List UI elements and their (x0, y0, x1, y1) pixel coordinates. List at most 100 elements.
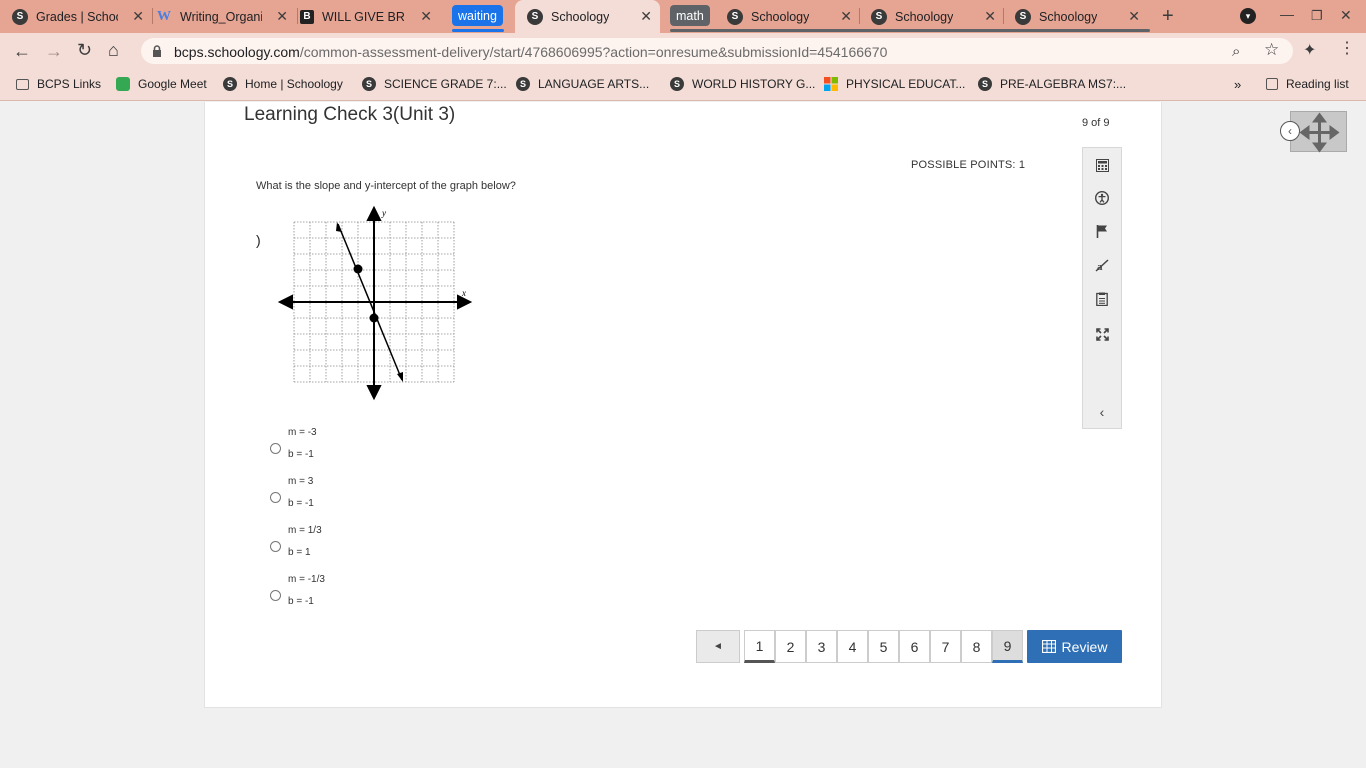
google-meet-icon (116, 77, 130, 91)
bookmark-pre-algebra[interactable]: S PRE-ALGEBRA MS7:... (978, 77, 1126, 91)
tab-group-waiting[interactable]: waiting (452, 5, 503, 26)
window-close-icon[interactable]: ✕ (1340, 7, 1352, 24)
page-button-3[interactable]: 3 (806, 630, 837, 663)
bookmark-google-meet[interactable]: Google Meet (116, 77, 207, 91)
back-arrow-icon[interactable]: ← (13, 42, 31, 60)
page-button-9-current[interactable]: 9 (992, 630, 1023, 663)
option-slope: m = 3 (288, 476, 314, 487)
schoology-icon: S (978, 77, 992, 91)
bookmark-label: LANGUAGE ARTS... (538, 77, 650, 91)
tab-separator (1003, 8, 1004, 24)
bookmark-physical-education[interactable]: PHYSICAL EDUCAT... (824, 77, 965, 91)
page-number: 5 (879, 638, 888, 655)
bookmark-world-history[interactable]: S WORLD HISTORY G... (670, 77, 815, 91)
option-slope: m = -3 (288, 427, 317, 438)
bookmark-label: WORLD HISTORY G... (692, 77, 816, 91)
tab-group-label: waiting (458, 8, 497, 23)
tab-title: Schoology (751, 9, 810, 24)
tab-grades[interactable]: S Grades | Schoo ✕ (12, 0, 152, 33)
page-number: 9 (1003, 637, 1012, 654)
bookmark-science[interactable]: S SCIENCE GRADE 7:... (362, 77, 507, 91)
forward-arrow-icon[interactable]: → (45, 42, 63, 60)
accessibility-icon[interactable] (1083, 187, 1121, 209)
schoology-icon: S (527, 8, 543, 25)
bookmark-language-arts[interactable]: S LANGUAGE ARTS... (516, 77, 649, 91)
page-button-5[interactable]: 5 (868, 630, 899, 663)
back-circle-icon[interactable]: ‹ (1280, 121, 1300, 141)
page-number: 8 (972, 638, 981, 655)
schoology-icon: S (516, 77, 530, 91)
collapse-chevron-left-icon[interactable]: ‹ (1083, 401, 1121, 423)
schoology-icon: S (362, 77, 376, 91)
close-icon[interactable]: ✕ (132, 9, 144, 23)
extensions-puzzle-icon[interactable]: ✦ (1303, 42, 1316, 60)
bookmark-label: PRE-ALGEBRA MS7:... (1000, 77, 1127, 91)
bookmark-home-schoology[interactable]: S Home | Schoology (223, 77, 343, 91)
bookmark-bcps-links[interactable]: BCPS Links (16, 77, 101, 91)
tab-title: Schoology (1039, 9, 1098, 24)
tab-schoology[interactable]: S Schoology ✕ (727, 0, 860, 33)
close-icon[interactable]: ✕ (640, 9, 652, 23)
close-icon[interactable]: ✕ (276, 9, 288, 23)
radio-button[interactable] (270, 590, 281, 601)
page-button-1[interactable]: 1 (744, 630, 775, 663)
tab-group-underline (452, 29, 504, 32)
tab-group-math[interactable]: math (670, 5, 710, 26)
page-button-6[interactable]: 6 (899, 630, 930, 663)
page-button-4[interactable]: 4 (837, 630, 868, 663)
radio-button[interactable] (270, 492, 281, 503)
tab-separator (297, 8, 298, 24)
answer-option-2[interactable]: m = 3 b = -1 (270, 476, 570, 524)
lock-icon[interactable] (152, 44, 162, 57)
bookmark-label: Home | Schoology (245, 77, 343, 91)
radio-button[interactable] (270, 443, 281, 454)
url-path: /common-assessment-delivery/start/476860… (299, 44, 888, 60)
restore-icon[interactable]: ❐ (1311, 8, 1323, 24)
radio-button[interactable] (270, 541, 281, 552)
answer-option-1[interactable]: m = -3 b = -1 (270, 427, 570, 475)
tab-brainly[interactable]: B WILL GIVE BRA ✕ (300, 0, 440, 33)
page-number: 3 (817, 638, 826, 655)
tab-schoology-active[interactable]: S Schoology ✕ (515, 0, 660, 33)
tools-sidebar: a ‹ (1082, 147, 1122, 429)
review-button[interactable]: Review (1027, 630, 1122, 663)
page-button-8[interactable]: 8 (961, 630, 992, 663)
tab-search-chevron-icon[interactable]: ▾ (1240, 8, 1256, 24)
menu-kebab-icon[interactable]: ⋮ (1339, 40, 1355, 58)
flag-icon[interactable] (1083, 220, 1121, 242)
previous-page-button[interactable]: ◄ (696, 630, 740, 663)
close-icon[interactable]: ✕ (984, 9, 996, 23)
close-icon[interactable]: ✕ (1128, 9, 1140, 23)
reload-icon[interactable]: ↻ (77, 41, 92, 59)
new-tab-plus-icon[interactable]: + (1162, 5, 1174, 28)
tab-writing[interactable]: W Writing_Organi ✕ (156, 0, 296, 33)
answer-option-4[interactable]: m = -1/3 b = -1 (270, 574, 570, 622)
answer-option-3[interactable]: m = 1/3 b = 1 (270, 525, 570, 573)
page-button-7[interactable]: 7 (930, 630, 961, 663)
eliminate-choice-icon[interactable]: a (1083, 254, 1121, 276)
previous-arrow-icon: ◄ (713, 641, 723, 652)
tab-schoology[interactable]: S Schoology ✕ (871, 0, 1004, 33)
close-icon[interactable]: ✕ (840, 9, 852, 23)
page-number: 4 (848, 638, 857, 655)
page-button-2[interactable]: 2 (775, 630, 806, 663)
notepad-icon[interactable] (1083, 288, 1121, 310)
minimize-icon[interactable]: — (1280, 6, 1294, 22)
reading-list-button[interactable]: Reading list (1266, 77, 1349, 91)
page-number: 6 (910, 638, 919, 655)
url-host: bcps.schoology.com (174, 44, 300, 60)
tab-schoology[interactable]: S Schoology ✕ (1015, 0, 1148, 33)
fullscreen-icon[interactable] (1083, 323, 1121, 345)
calculator-icon[interactable] (1083, 154, 1121, 176)
tab-group-label: math (676, 8, 704, 23)
zoom-icon[interactable]: ⌕ (1232, 43, 1240, 61)
close-icon[interactable]: ✕ (420, 9, 432, 23)
url-text[interactable]: bcps.schoology.com/common-assessment-del… (174, 44, 887, 60)
star-icon[interactable]: ☆ (1264, 41, 1279, 59)
review-grid-icon (1041, 640, 1056, 653)
tab-title: Writing_Organi (180, 9, 262, 24)
home-icon[interactable]: ⌂ (108, 41, 119, 59)
option-intercept: b = -1 (288, 498, 314, 509)
more-bookmarks-chevron-icon[interactable]: » (1234, 77, 1241, 92)
possible-points: POSSIBLE POINTS: 1 (911, 159, 1026, 171)
